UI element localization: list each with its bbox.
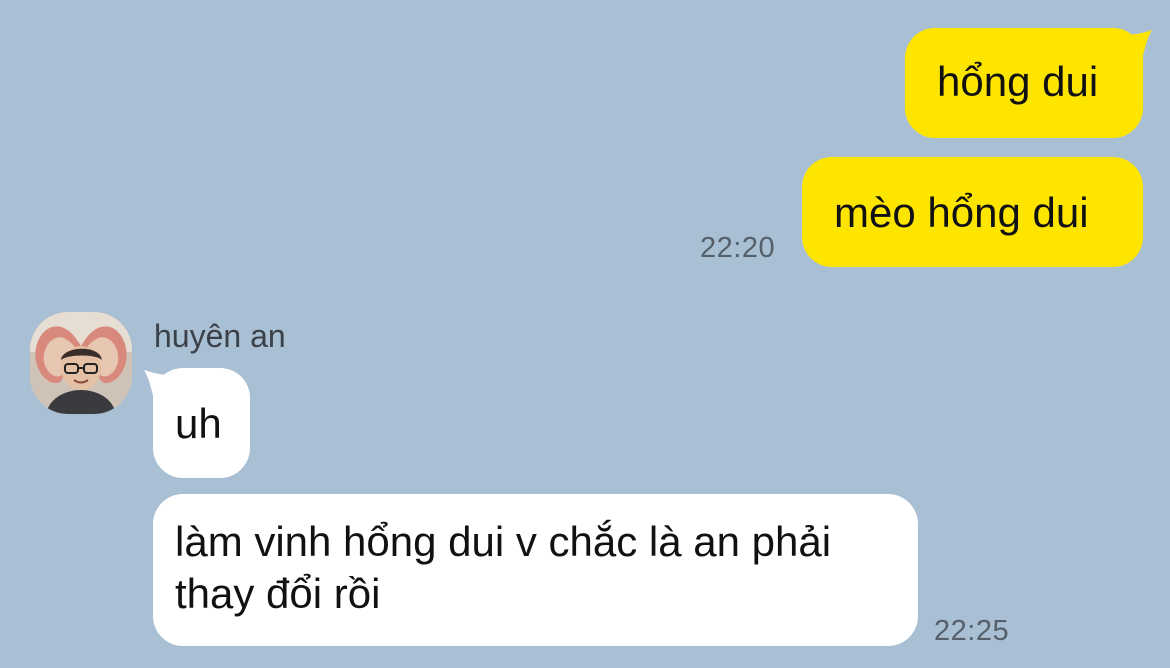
- outgoing-message[interactable]: hổng dui: [905, 28, 1143, 138]
- message-text-line: thay đổi rồi: [175, 570, 381, 617]
- message-text: mèo hổng dui: [834, 189, 1089, 236]
- incoming-message[interactable]: làm vinh hổng dui v chắc là an phải thay…: [153, 494, 918, 646]
- avatar-photo-icon: [30, 312, 132, 414]
- message-text-line: làm vinh hổng dui v chắc là an phải: [175, 518, 832, 565]
- message-timestamp: 22:20: [700, 232, 776, 264]
- contact-avatar[interactable]: [30, 312, 132, 414]
- sender-name: huyên an: [154, 318, 286, 354]
- incoming-message[interactable]: uh: [153, 368, 250, 478]
- chat-area[interactable]: hổng dui mèo hổng dui 22:20 huyên an uh …: [0, 0, 1170, 668]
- message-timestamp: 22:25: [934, 615, 1010, 647]
- outgoing-message[interactable]: mèo hổng dui: [802, 157, 1143, 267]
- message-text: uh: [175, 400, 222, 447]
- message-text: hổng dui: [937, 58, 1099, 105]
